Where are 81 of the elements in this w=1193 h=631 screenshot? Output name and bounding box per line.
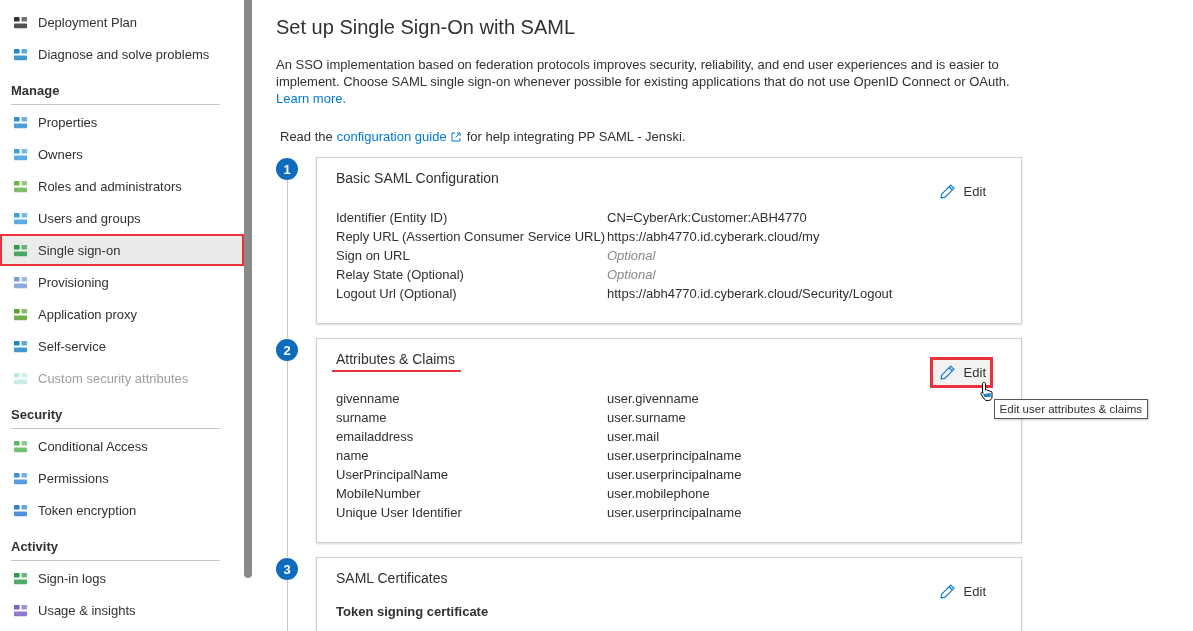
scrollbar-thumb[interactable] — [244, 0, 252, 578]
pencil-icon — [938, 183, 956, 200]
sidebar-item[interactable]: Roles and administrators — [0, 170, 244, 202]
field-value: user.surname — [607, 410, 686, 425]
field-value: user.mobilephone — [607, 486, 710, 501]
menu-icon — [13, 502, 28, 518]
field-value: user.userprincipalname — [607, 467, 742, 482]
sidebar-item[interactable]: Single sign-on — [0, 234, 244, 266]
card-title: Attributes & Claims — [332, 351, 462, 372]
field-value: CN=CyberArk:Customer:ABH4770 — [607, 210, 807, 225]
edit-button[interactable]: Edit — [929, 576, 993, 607]
page-title: Set up Single Sign-On with SAML — [276, 16, 577, 39]
sidebar-item[interactable]: Permissions — [0, 462, 244, 494]
pencil-icon — [938, 364, 956, 381]
menu-icon — [13, 146, 28, 162]
menu-icon — [13, 602, 28, 618]
field-label: MobileNumber — [336, 486, 422, 501]
field-label: Reply URL (Assertion Consumer Service URL) — [336, 229, 606, 244]
configuration-guide-link[interactable]: configuration guide — [336, 129, 447, 144]
intro-paragraph: An SSO implementation based on federation protocols improves security, reliability, and end user experiences and is easier to implement. Choose SAML single sign-on whenever possible for existing applications that do not use OpenID Connect or OAuth. Learn more. — [276, 56, 1011, 107]
menu-icon — [13, 338, 28, 354]
field-label: Unique User Identifier — [336, 505, 463, 520]
field-value: user.givenname — [607, 391, 699, 406]
field-label: Relay State (Optional) — [336, 267, 465, 282]
sidebar-item[interactable]: Usage & insights — [0, 594, 244, 626]
guide-text: Read the — [280, 129, 333, 144]
field-value: user.userprincipalname — [607, 505, 742, 520]
menu-icon — [13, 46, 28, 62]
menu-icon — [13, 274, 28, 290]
sidebar-item[interactable]: Token encryption — [0, 494, 244, 526]
menu-icon — [13, 438, 28, 454]
section-heading: Manage — [10, 82, 61, 100]
sidebar-item[interactable]: Deployment Plan — [0, 6, 244, 38]
field-label: surname — [336, 410, 388, 425]
menu-icon — [13, 570, 28, 586]
tooltip: Edit user attributes & claims — [993, 399, 1149, 419]
sidebar-item[interactable]: Conditional Access — [0, 430, 244, 462]
section-heading: Security — [10, 406, 64, 424]
guide-text: for help integrating PP SAML - Jenski. — [466, 129, 686, 144]
card-title: Basic SAML Configuration — [336, 170, 499, 188]
hand-cursor-icon — [979, 381, 994, 401]
sidebar-item[interactable]: Properties — [0, 106, 244, 138]
sidebar-item[interactable]: Self-service — [0, 330, 244, 362]
field-label: emailaddress — [336, 429, 415, 444]
sidebar-item[interactable]: Users and groups — [0, 202, 244, 234]
field-label: givenname — [336, 391, 401, 406]
menu-icon — [13, 210, 28, 226]
field-value: user.mail — [607, 429, 660, 444]
field-value: https://abh4770.id.cyberark.cloud/Security/Logout — [607, 286, 893, 301]
field-label: Identifier (Entity ID) — [336, 210, 449, 225]
step-number: 1 — [276, 158, 298, 180]
sidebar-item[interactable]: Application proxy — [0, 298, 244, 330]
field-label: name — [336, 448, 370, 463]
menu-icon — [13, 114, 28, 130]
edit-button[interactable]: Edit — [929, 176, 993, 207]
sidebar-item[interactable]: Sign-in logs — [0, 562, 244, 594]
field-value: Optional — [607, 248, 656, 263]
section-heading: Activity — [10, 538, 59, 556]
menu-icon — [13, 242, 28, 258]
field-value: https://abh4770.id.cyberark.cloud/my — [607, 229, 820, 244]
field-value: user.userprincipalname — [607, 448, 742, 463]
sidebar-item[interactable]: Diagnose and solve problems — [0, 38, 244, 70]
edit-button[interactable]: Edit — [929, 357, 993, 388]
menu-icon — [13, 14, 28, 30]
field-label: Logout Url (Optional) — [336, 286, 458, 301]
learn-more-link[interactable]: Learn more. — [276, 91, 347, 106]
field-label: UserPrincipalName — [336, 467, 449, 482]
menu-icon — [13, 470, 28, 486]
sidebar-item[interactable]: Owners — [0, 138, 244, 170]
pencil-icon — [938, 583, 956, 600]
menu-icon — [13, 370, 28, 386]
card-title: SAML Certificates — [336, 570, 448, 588]
field-label: Sign on URL — [336, 248, 411, 263]
menu-icon — [13, 306, 28, 322]
card-subtitle: Token signing certificate — [336, 604, 490, 619]
step-number: 2 — [276, 339, 298, 361]
field-value: Optional — [607, 267, 656, 282]
sidebar-item[interactable]: Provisioning — [0, 266, 244, 298]
menu-icon — [13, 178, 28, 194]
step-number: 3 — [276, 558, 298, 580]
external-link-icon — [450, 131, 461, 142]
